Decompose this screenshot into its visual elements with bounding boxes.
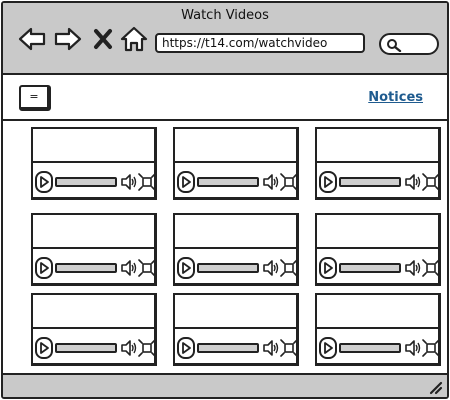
video-player — [315, 127, 441, 200]
progress-fill — [199, 265, 257, 271]
title-bar: Watch Videos https://t14.com/watchvideo — [3, 3, 447, 75]
progress-bar[interactable] — [55, 343, 117, 353]
video-player — [31, 213, 157, 286]
search-field[interactable] — [379, 33, 439, 55]
play-icon[interactable] — [319, 257, 337, 279]
menu-button[interactable]: = — [19, 85, 51, 111]
back-arrow-icon[interactable] — [17, 25, 47, 53]
home-icon[interactable] — [119, 25, 149, 53]
play-icon[interactable] — [35, 257, 53, 279]
resize-grip-icon[interactable] — [427, 379, 443, 395]
fullscreen-icon[interactable] — [138, 172, 156, 192]
video-player — [31, 127, 157, 200]
forward-arrow-icon[interactable] — [53, 25, 83, 53]
progress-fill — [57, 345, 115, 351]
volume-icon[interactable] — [121, 258, 137, 278]
volume-icon[interactable] — [263, 258, 279, 278]
fullscreen-icon[interactable] — [280, 172, 298, 192]
volume-icon[interactable] — [263, 338, 279, 358]
video-screen[interactable] — [175, 215, 296, 249]
player-controls — [317, 331, 440, 365]
progress-fill — [199, 345, 257, 351]
play-icon[interactable] — [319, 337, 337, 359]
fullscreen-icon[interactable] — [422, 172, 440, 192]
player-controls — [33, 165, 156, 199]
fullscreen-icon[interactable] — [422, 338, 440, 358]
volume-icon[interactable] — [121, 172, 137, 192]
volume-icon[interactable] — [121, 338, 137, 358]
page-toolbar: = Notices — [3, 75, 447, 121]
video-screen[interactable] — [317, 295, 438, 329]
volume-icon[interactable] — [405, 172, 421, 192]
video-screen[interactable] — [33, 215, 154, 249]
video-player — [173, 213, 299, 286]
video-player — [315, 213, 441, 286]
progress-bar[interactable] — [197, 263, 259, 273]
close-x-icon[interactable] — [91, 25, 115, 53]
search-icon — [387, 39, 402, 52]
player-controls — [175, 251, 298, 285]
play-icon[interactable] — [35, 337, 53, 359]
volume-icon[interactable] — [405, 258, 421, 278]
notices-link[interactable]: Notices — [368, 90, 423, 105]
play-icon[interactable] — [177, 171, 195, 193]
player-controls — [317, 251, 440, 285]
fullscreen-icon[interactable] — [138, 258, 156, 278]
progress-bar[interactable] — [197, 343, 259, 353]
video-screen[interactable] — [175, 129, 296, 163]
fullscreen-icon[interactable] — [280, 338, 298, 358]
progress-bar[interactable] — [339, 263, 401, 273]
address-bar[interactable]: https://t14.com/watchvideo — [155, 33, 365, 53]
player-controls — [175, 165, 298, 199]
video-screen[interactable] — [33, 295, 154, 329]
progress-fill — [341, 179, 399, 185]
player-controls — [317, 165, 440, 199]
play-icon[interactable] — [319, 171, 337, 193]
volume-icon[interactable] — [405, 338, 421, 358]
progress-bar[interactable] — [197, 177, 259, 187]
video-screen[interactable] — [317, 215, 438, 249]
video-screen[interactable] — [33, 129, 154, 163]
play-icon[interactable] — [177, 257, 195, 279]
progress-bar[interactable] — [339, 177, 401, 187]
fullscreen-icon[interactable] — [138, 338, 156, 358]
play-icon[interactable] — [177, 337, 195, 359]
video-grid-area — [3, 121, 447, 373]
progress-bar[interactable] — [55, 263, 117, 273]
video-screen[interactable] — [317, 129, 438, 163]
status-bar — [3, 373, 447, 397]
player-controls — [33, 251, 156, 285]
browser-window: Watch Videos https://t14.com/watchvideo … — [1, 1, 449, 399]
volume-icon[interactable] — [263, 172, 279, 192]
menu-button-label: = — [29, 90, 39, 103]
play-icon[interactable] — [35, 171, 53, 193]
video-player — [173, 127, 299, 200]
player-controls — [175, 331, 298, 365]
video-grid — [29, 127, 441, 367]
video-screen[interactable] — [175, 295, 296, 329]
video-player — [173, 293, 299, 366]
progress-fill — [341, 345, 399, 351]
progress-fill — [341, 265, 399, 271]
progress-fill — [57, 265, 115, 271]
video-player — [31, 293, 157, 366]
progress-fill — [57, 179, 115, 185]
progress-fill — [199, 179, 257, 185]
progress-bar[interactable] — [55, 177, 117, 187]
fullscreen-icon[interactable] — [422, 258, 440, 278]
fullscreen-icon[interactable] — [280, 258, 298, 278]
progress-bar[interactable] — [339, 343, 401, 353]
video-player — [315, 293, 441, 366]
window-title: Watch Videos — [181, 8, 269, 23]
player-controls — [33, 331, 156, 365]
